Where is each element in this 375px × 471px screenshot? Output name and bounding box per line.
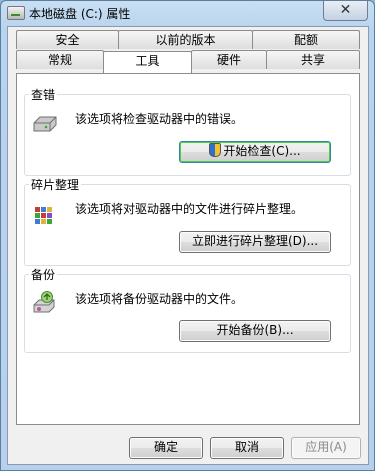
- close-button[interactable]: ✕: [323, 1, 368, 21]
- tools-panel: 查错 该选项将检查驱动器中的错误。 开始检查(C)... 碎片整理 该选项将对驱…: [16, 73, 360, 425]
- backup-group: 备份 该选项将备份驱动器中的文件。 开始备份(B)...: [24, 266, 351, 353]
- apply-button[interactable]: 应用(A): [291, 437, 361, 459]
- properties-window: 本地磁盘 (C:) 属性 ✕ 安全 以前的版本 配额 常规 工具 硬件 共享 查…: [0, 0, 375, 471]
- defrag-title: 碎片整理: [29, 176, 82, 193]
- tab-general[interactable]: 常规: [16, 50, 104, 69]
- backup-description: 该选项将备份驱动器中的文件。: [75, 292, 244, 306]
- window-title: 本地磁盘 (C:) 属性: [29, 7, 131, 21]
- tab-quota[interactable]: 配额: [252, 30, 360, 49]
- drive-check-icon: [33, 116, 57, 132]
- tab-sharing[interactable]: 共享: [266, 50, 360, 69]
- error-check-title: 查错: [29, 86, 58, 103]
- error-check-description: 该选项将检查驱动器中的错误。: [75, 112, 244, 126]
- start-check-label: 开始检查(C)...: [223, 144, 301, 158]
- error-check-group: 查错 该选项将检查驱动器中的错误。 开始检查(C)...: [24, 86, 351, 176]
- defrag-group: 碎片整理 该选项将对驱动器中的文件进行碎片整理。 立即进行碎片整理(D)...: [24, 176, 351, 266]
- dialog-client: 安全 以前的版本 配额 常规 工具 硬件 共享 查错 该选项将检查驱动器中的错误…: [7, 26, 369, 465]
- defrag-now-button[interactable]: 立即进行碎片整理(D)...: [179, 231, 331, 253]
- defrag-description: 该选项将对驱动器中的文件进行碎片整理。: [75, 202, 304, 216]
- start-backup-button[interactable]: 开始备份(B)...: [179, 320, 331, 342]
- uac-shield-icon: [209, 143, 222, 157]
- defrag-icon: [35, 207, 52, 224]
- tab-tools[interactable]: 工具: [103, 51, 192, 73]
- drive-icon: [7, 6, 25, 20]
- tab-previous-versions[interactable]: 以前的版本: [118, 30, 253, 49]
- cancel-button[interactable]: 取消: [210, 437, 284, 459]
- start-check-button[interactable]: 开始检查(C)...: [179, 141, 331, 163]
- ok-button[interactable]: 确定: [129, 437, 203, 459]
- title-bar[interactable]: 本地磁盘 (C:) 属性 ✕: [1, 1, 374, 25]
- backup-title: 备份: [29, 266, 58, 283]
- tab-security[interactable]: 安全: [16, 30, 119, 49]
- tab-hardware[interactable]: 硬件: [191, 50, 267, 69]
- backup-icon: [33, 291, 55, 313]
